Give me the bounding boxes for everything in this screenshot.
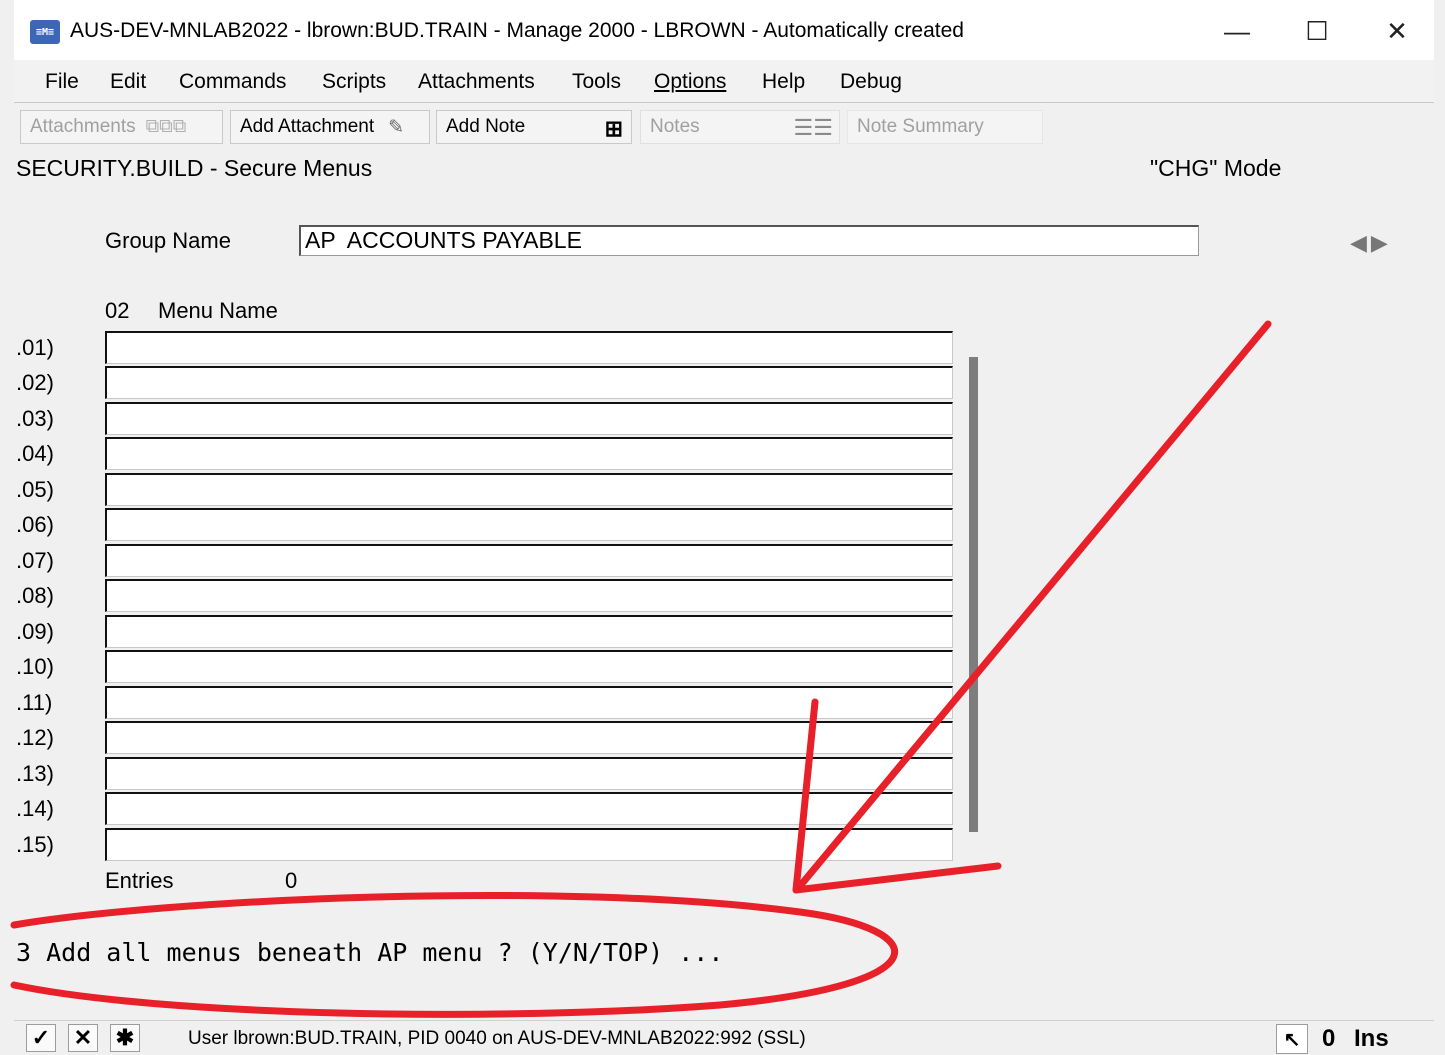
row-number: .01) xyxy=(16,335,54,360)
notes-label: Notes xyxy=(650,116,700,137)
menu-debug[interactable]: Debug xyxy=(840,70,902,94)
row-number: .09) xyxy=(16,619,54,644)
app-icon: ≡M≡ xyxy=(30,20,60,44)
menu-name-field[interactable] xyxy=(105,686,953,719)
row-number: .03) xyxy=(16,406,54,431)
menu-name-field[interactable] xyxy=(105,650,953,683)
entries-label: Entries xyxy=(105,868,174,893)
row-number: .05) xyxy=(16,477,54,502)
add-note-label: Add Note xyxy=(446,116,526,137)
list-scrollbar[interactable] xyxy=(969,357,978,832)
row-number: .02) xyxy=(16,370,54,395)
title-bar: ≡M≡ AUS-DEV-MNLAB2022 - lbrown:BUD.TRAIN… xyxy=(14,0,1434,61)
menu-name-field[interactable] xyxy=(105,508,953,541)
menu-options[interactable]: Options xyxy=(654,70,726,94)
menu-attachments[interactable]: Attachments xyxy=(418,70,535,94)
row-number: .14) xyxy=(16,796,54,821)
window-title: AUS-DEV-MNLAB2022 - lbrown:BUD.TRAIN - M… xyxy=(70,19,964,42)
menu-name-field[interactable] xyxy=(105,579,953,612)
row-number: .07) xyxy=(16,548,54,573)
insert-mode-indicator: Ins xyxy=(1354,1025,1389,1052)
attachments-button[interactable]: Attachments ⧉⧉⧉ xyxy=(20,110,223,144)
status-count: 0 xyxy=(1322,1025,1336,1052)
menu-name-header: Menu Name xyxy=(158,298,278,323)
session-info: User lbrown:BUD.TRAIN, PID 0040 on AUS-D… xyxy=(188,1028,806,1049)
menu-name-field[interactable] xyxy=(105,544,953,577)
menu-file[interactable]: File xyxy=(45,70,79,94)
row-number: .08) xyxy=(16,583,54,608)
wildcard-button[interactable]: ✱ xyxy=(110,1024,140,1052)
group-name-label: Group Name xyxy=(105,228,231,253)
cursor-mode: ↖ xyxy=(1276,1024,1308,1054)
paperclip-icon: ⧉⧉⧉ xyxy=(145,116,187,137)
check-icon: ✓ xyxy=(31,1025,51,1050)
cancel-button[interactable]: ✕ xyxy=(68,1024,98,1052)
row-number: .12) xyxy=(16,725,54,750)
status-bar: ✓ ✕ ✱ User lbrown:BUD.TRAIN, PID 0040 on… xyxy=(14,1020,1434,1055)
menu-name-field[interactable] xyxy=(105,437,953,470)
minimize-button[interactable]: — xyxy=(1209,10,1265,52)
add-attachment-label: Add Attachment xyxy=(240,116,375,137)
accept-button[interactable]: ✓ xyxy=(26,1024,56,1052)
menu-commands[interactable]: Commands xyxy=(179,70,286,94)
close-icon: ✕ xyxy=(73,1025,93,1050)
group-name-field[interactable]: AP ACCOUNTS PAYABLE xyxy=(299,225,1199,256)
paperclip-icon: ✎ xyxy=(388,116,405,138)
menu-name-field[interactable] xyxy=(105,792,953,825)
field-number: 02 xyxy=(105,298,130,323)
row-number: .13) xyxy=(16,761,54,786)
maximize-button[interactable]: ☐ xyxy=(1289,10,1345,52)
command-prompt[interactable]: 3 Add all menus beneath AP menu ? (Y/N/T… xyxy=(16,938,723,967)
mode-indicator: "CHG" Mode xyxy=(1150,155,1282,181)
menu-name-field[interactable] xyxy=(105,757,953,790)
menu-name-field[interactable] xyxy=(105,366,953,399)
menu-name-field[interactable] xyxy=(105,828,953,861)
record-nav-arrows[interactable]: ◀▶ xyxy=(1350,230,1392,256)
screen-title: SECURITY.BUILD - Secure Menus xyxy=(16,155,373,181)
previous-arrow-icon[interactable]: ◀ xyxy=(1350,230,1371,255)
menu-name-field[interactable] xyxy=(105,473,953,506)
row-number: .15) xyxy=(16,832,54,857)
toolbar: Attachments ⧉⧉⧉ Add Attachment ✎ Add Not… xyxy=(14,103,1434,153)
menu-bar: File Edit Commands Scripts Attachments T… xyxy=(14,60,1434,103)
menu-name-field[interactable] xyxy=(105,721,953,754)
pointer-icon: ↖ xyxy=(1276,1024,1308,1054)
add-attachment-button[interactable]: Add Attachment ✎ xyxy=(230,110,430,144)
note-summary-button[interactable]: Note Summary xyxy=(847,110,1043,144)
note-summary-label: Note Summary xyxy=(857,116,984,137)
notes-button[interactable]: Notes ☰☰ xyxy=(640,110,840,144)
menu-name-field[interactable] xyxy=(105,331,953,364)
menu-scripts[interactable]: Scripts xyxy=(322,70,386,94)
row-number: .06) xyxy=(16,512,54,537)
menu-name-field[interactable] xyxy=(105,402,953,435)
row-number: .11) xyxy=(16,690,53,715)
close-button[interactable]: ✕ xyxy=(1369,10,1425,52)
add-note-button[interactable]: Add Note ⊞ xyxy=(436,110,632,144)
entries-count: 0 xyxy=(285,868,298,893)
menu-tools[interactable]: Tools xyxy=(572,70,621,94)
notes-icon: ☰☰ xyxy=(793,115,833,140)
menu-name-field[interactable] xyxy=(105,615,953,648)
asterisk-icon: ✱ xyxy=(115,1025,135,1050)
attachments-label: Attachments xyxy=(30,116,136,137)
row-number: .04) xyxy=(16,441,54,466)
annotation-arrow-head xyxy=(792,862,1002,894)
next-arrow-icon[interactable]: ▶ xyxy=(1371,230,1392,255)
row-number: .10) xyxy=(16,654,54,679)
menu-edit[interactable]: Edit xyxy=(110,70,146,94)
add-note-icon: ⊞ xyxy=(604,116,623,141)
menu-help[interactable]: Help xyxy=(762,70,805,94)
